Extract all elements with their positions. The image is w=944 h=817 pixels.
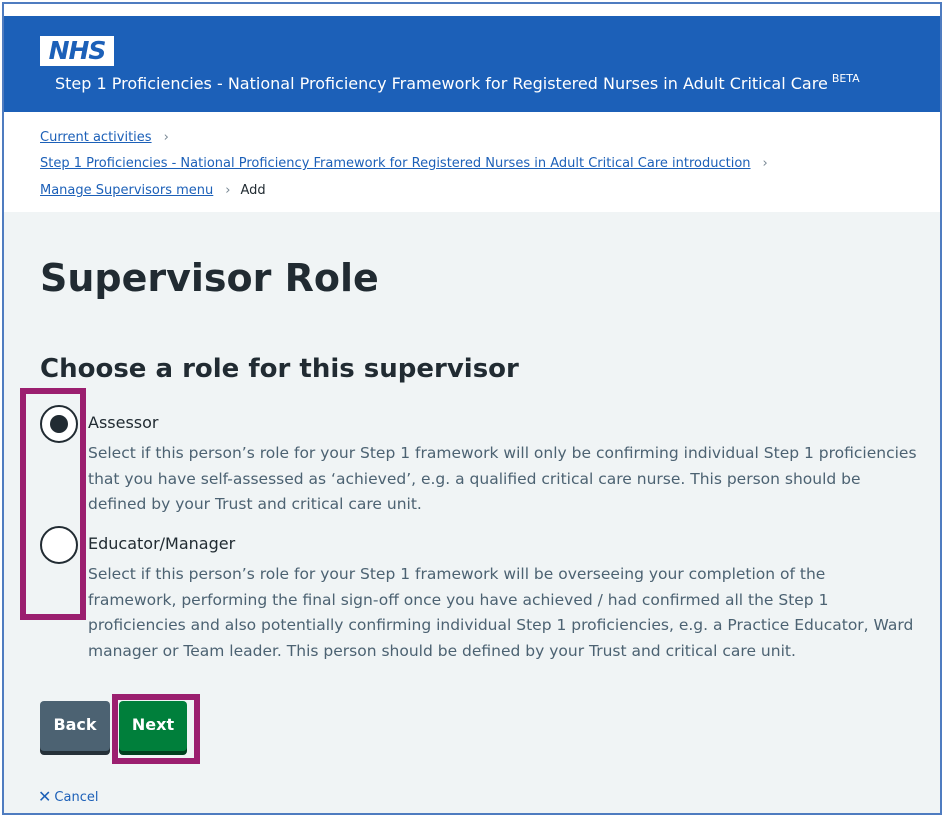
- chevron-right-icon: ›: [762, 156, 768, 171]
- cancel-link[interactable]: ✕ Cancel: [38, 787, 98, 806]
- fieldset-legend: Choose a role for this supervisor: [40, 354, 519, 384]
- back-button[interactable]: Back: [40, 701, 110, 751]
- page-title: Supervisor Role: [40, 256, 379, 300]
- close-icon: ✕: [38, 787, 52, 806]
- highlight-box-radios: [20, 388, 86, 620]
- chevron-right-icon: ›: [225, 183, 231, 198]
- site-header: NHS Step 1 Proficiencies - National Prof…: [4, 4, 940, 112]
- service-name: Step 1 Proficiencies - National Proficie…: [55, 72, 860, 93]
- chevron-right-icon: ›: [163, 130, 169, 145]
- highlight-box-next: [112, 694, 200, 764]
- breadcrumb-row: Manage Supervisors menu › Add: [40, 183, 266, 198]
- radio-hint-educator-manager: Select if this person’s role for your St…: [88, 565, 914, 660]
- service-name-text: Step 1 Proficiencies - National Proficie…: [55, 74, 828, 93]
- breadcrumb-current: Add: [240, 183, 266, 198]
- breadcrumb: Current activities › Step 1 Proficiencies…: [4, 112, 940, 212]
- radio-label-assessor[interactable]: Assessor: [88, 413, 159, 432]
- breadcrumb-link-introduction[interactable]: Step 1 Proficiencies - National Proficie…: [40, 156, 751, 171]
- breadcrumb-link-manage-supervisors[interactable]: Manage Supervisors menu: [40, 183, 213, 198]
- breadcrumb-row: Step 1 Proficiencies - National Proficie…: [40, 156, 778, 171]
- page-frame: NHS Step 1 Proficiencies - National Prof…: [2, 2, 942, 815]
- radio-label-educator-manager[interactable]: Educator/Manager: [88, 534, 235, 553]
- cancel-label: Cancel: [54, 790, 99, 805]
- beta-tag: BETA: [831, 72, 860, 85]
- breadcrumb-link-current-activities[interactable]: Current activities: [40, 130, 152, 145]
- radio-hint-assessor: Select if this person’s role for your St…: [88, 444, 917, 513]
- breadcrumb-row: Current activities ›: [40, 130, 179, 145]
- nhs-logo[interactable]: NHS: [40, 36, 114, 66]
